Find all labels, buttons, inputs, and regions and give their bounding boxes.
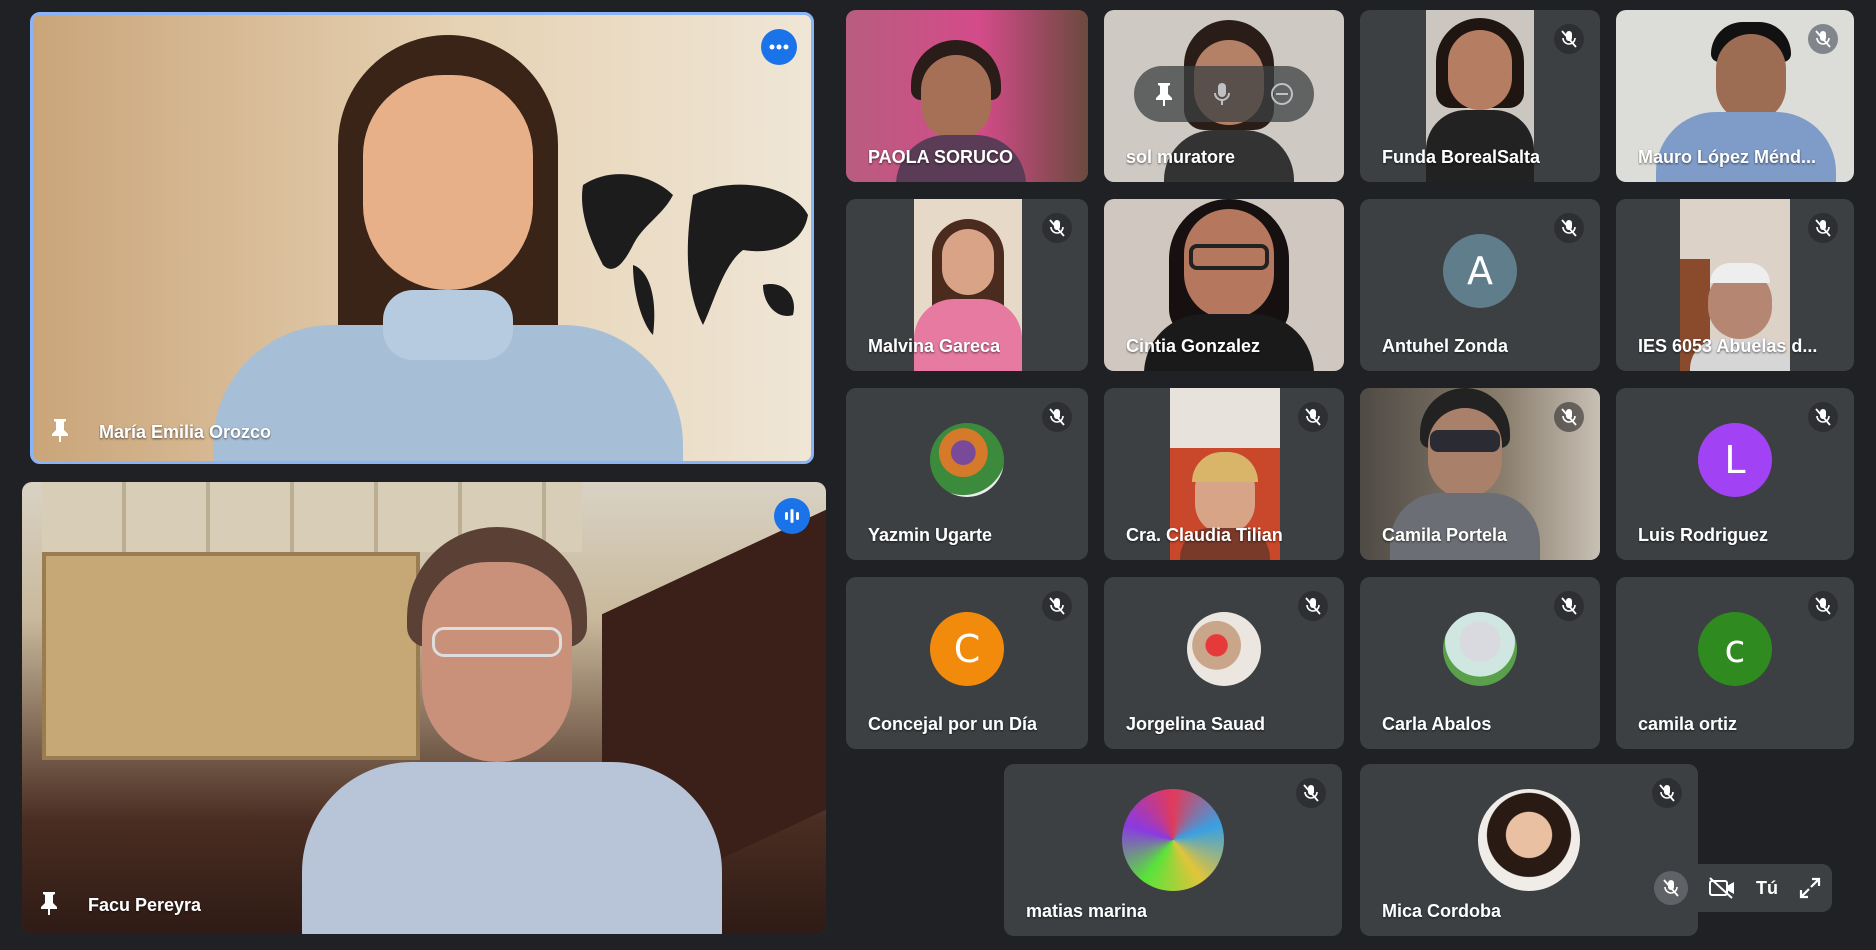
muted-indicator [1554,591,1584,621]
tile-hover-controls [1134,66,1314,122]
participant-name: Camila Portela [1382,525,1508,545]
self-label: Tú [1756,877,1778,898]
muted-indicator [1296,778,1326,808]
avatar-photo [1478,788,1580,891]
participant-tile[interactable]: IES 6053 Abuelas d... [1616,199,1854,371]
participant-name: Mica Cordoba [1382,901,1502,921]
participant-tile[interactable]: sol muratore [1104,10,1344,182]
participant-name: Malvina Gareca [868,336,1001,356]
mic-off-icon [1659,784,1675,802]
participant-tile[interactable]: Jorgelina Sauad [1104,577,1344,749]
speaking-indicator [774,498,810,534]
avatar-photo [1443,612,1517,687]
mic-off-icon [1049,219,1065,237]
participant-tile[interactable]: Funda BorealSalta [1360,10,1600,182]
muted-indicator [1554,24,1584,54]
participant-name: sol muratore [1126,147,1236,167]
participant-name: matias marina [1026,901,1148,921]
mic-off-icon [1815,219,1831,237]
participant-name: Carla Abalos [1382,714,1492,734]
participant-tile[interactable]: Cintia Gonzalez [1104,199,1344,371]
muted-indicator [1554,402,1584,432]
fullscreen-icon[interactable] [1798,876,1822,900]
muted-indicator [1808,213,1838,243]
participant-name: Mauro López Ménd... [1638,147,1816,167]
muted-indicator [1808,24,1838,54]
muted-indicator [1554,213,1584,243]
participant-tile[interactable]: Mauro López Ménd... [1616,10,1854,182]
participant-tile[interactable]: L Luis Rodriguez [1616,388,1854,560]
participant-name: Jorgelina Sauad [1126,714,1266,734]
participant-tile[interactable]: Cra. Claudia Tilian [1104,388,1344,560]
participant-tile[interactable]: Yazmin Ugarte [846,388,1088,560]
participant-name: Facu Pereyra [88,895,202,915]
participant-name: PAOLA SORUCO [868,147,1014,167]
avatar-photo [1122,788,1224,891]
muted-indicator [1808,591,1838,621]
pin-icon [41,892,57,915]
mic-off-icon [1561,219,1577,237]
speaker-tile-maria[interactable]: María Emilia Orozco [30,12,814,464]
pin-icon [52,419,68,442]
more-options-button[interactable] [761,29,797,65]
muted-indicator [1808,402,1838,432]
participant-name: Concejal por un Día [868,714,1038,734]
self-mic-toggle[interactable] [1654,871,1688,905]
avatar-initial: L [1698,423,1772,498]
avatar-initial: C [930,612,1004,687]
speaker-tile-facu[interactable]: Facu Pereyra [22,482,826,934]
mic-off-icon [1561,30,1577,48]
self-view-bar[interactable]: Tú [1644,864,1832,912]
mic-off-icon [1815,408,1831,426]
camera-off-icon[interactable] [1708,877,1736,899]
mic-off-icon [1663,879,1679,897]
muted-indicator [1042,591,1072,621]
mic-off-icon [1303,784,1319,802]
muted-indicator [1298,402,1328,432]
participant-tile[interactable]: A Antuhel Zonda [1360,199,1600,371]
avatar-photo [930,423,1004,498]
participant-name: Yazmin Ugarte [868,525,993,545]
muted-indicator [1042,213,1072,243]
mic-off-icon [1049,597,1065,615]
audio-levels-icon [785,509,799,523]
participant-tile[interactable]: Malvina Gareca [846,199,1088,371]
participant-tile[interactable]: PAOLA SORUCO [846,10,1088,182]
mic-off-icon [1305,408,1321,426]
participant-video-facu [282,522,762,934]
participant-tile[interactable]: C Concejal por un Día [846,577,1088,749]
participant-name: Cra. Claudia Tilian [1126,525,1283,545]
avatar-initial: A [1443,234,1517,309]
muted-indicator [1042,402,1072,432]
participant-name: María Emilia Orozco [99,422,272,442]
participant-name: Cintia Gonzalez [1126,336,1261,356]
avatar-photo [1187,612,1261,687]
participant-name: camila ortiz [1638,714,1738,734]
mic-off-icon [1561,408,1577,426]
muted-indicator [1652,778,1682,808]
participant-name: Antuhel Zonda [1382,336,1508,356]
avatar-initial: c [1698,612,1772,687]
muted-indicator [1298,591,1328,621]
mic-off-icon [1305,597,1321,615]
mic-off-icon [1815,30,1831,48]
mic-off-icon [1561,597,1577,615]
participant-tile[interactable]: Carla Abalos [1360,577,1600,749]
mic-off-icon [1049,408,1065,426]
participant-tile[interactable]: Camila Portela [1360,388,1600,560]
participant-tile[interactable]: c camila ortiz [1616,577,1854,749]
more-horiz-icon [769,44,789,50]
participant-name: Funda BorealSalta [1382,147,1541,167]
participant-video-maria [183,35,703,461]
remove-icon[interactable] [1269,81,1295,107]
participant-name: IES 6053 Abuelas d... [1638,336,1818,356]
microphone-icon[interactable] [1212,81,1232,107]
pin-icon[interactable] [1153,81,1175,107]
participant-tile[interactable]: matias marina [1004,764,1342,936]
participant-name: Luis Rodriguez [1638,525,1768,545]
mic-off-icon [1815,597,1831,615]
